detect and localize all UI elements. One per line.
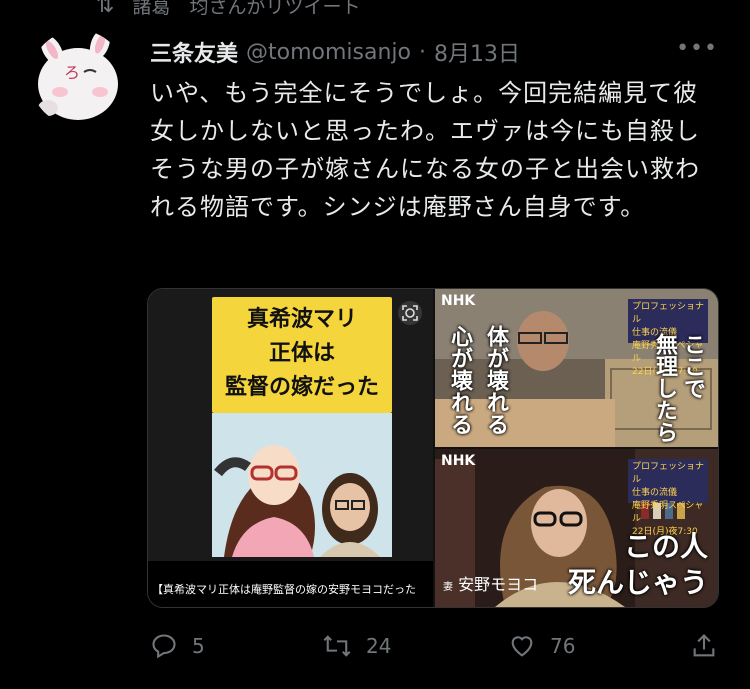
subtitle-vertical-4: 無理したら	[652, 333, 678, 443]
subtitle-vertical-3: ここで	[680, 333, 706, 399]
headline-text: 真希波マリ 正体は 監督の嫁だった	[212, 303, 392, 405]
speaker-name: 安野モヨコ	[458, 575, 539, 594]
media-tile-3[interactable]: NHK プロフェッショナル 仕事の流儀 庵野秀明スペシャル 22日(月)夜7:3…	[435, 449, 718, 607]
share-button[interactable]	[690, 632, 718, 660]
media-caption: 【真希波マリ正体は庵野監督の嫁の安野モヨコだった	[152, 583, 416, 596]
subtitle-line-2: 死んじゃう	[567, 566, 708, 599]
subtitle-line-1: この人	[623, 530, 708, 563]
avatar[interactable]: ろ	[30, 30, 126, 126]
visual-search-icon[interactable]	[398, 301, 422, 325]
tweet-actions: 5 24 76	[150, 632, 720, 672]
like-count: 76	[550, 634, 576, 658]
speaker-role: 妻	[443, 582, 453, 593]
headline-line-2: 正体は	[268, 341, 335, 366]
retweet-context-label: 諸葛 均さんがリツイート	[132, 0, 361, 18]
nhk-logo: NHK	[441, 293, 476, 309]
more-options-icon[interactable]: •••	[676, 36, 718, 61]
reply-icon	[152, 634, 176, 659]
headline-line-1: 真希波マリ	[246, 307, 357, 332]
badge-line-1: プロフェッショナル	[632, 462, 705, 485]
reply-count: 5	[192, 634, 205, 658]
tweet-header: 三条友美 @tomomisanjo · 8月13日	[150, 36, 520, 68]
author-name[interactable]: 三条友美	[150, 36, 238, 68]
badge-line-3: 庵野秀明スペシャル	[632, 501, 704, 524]
media-tile-1[interactable]: 真希波マリ 正体は 監督の嫁だった 【真希波マリ正体は庵野監督の嫁の安野モヨコだ…	[148, 289, 433, 607]
badge-line-2: 仕事の流儀	[632, 488, 678, 498]
reply-button[interactable]: 5	[150, 632, 205, 660]
tweet-date[interactable]: 8月13日	[434, 36, 520, 68]
illustration-area	[212, 413, 392, 557]
tweet-text: いや、もう完全にそうでしょ。今回完結編見て彼女しかしないと思ったわ。エヴァは今に…	[150, 79, 700, 221]
retweet-context: ⇅ 諸葛 均さんがリツイート	[96, 0, 360, 20]
illustration-graphic	[212, 413, 392, 557]
subtitle-vertical-2: 心が壊れる	[447, 325, 473, 435]
retweet-count: 24	[366, 634, 392, 658]
avatar-image: ろ	[30, 30, 126, 126]
heart-icon	[511, 636, 533, 657]
media-grid: 真希波マリ 正体は 監督の嫁だった 【真希波マリ正体は庵野監督の嫁の安野モヨコだ…	[147, 288, 719, 608]
nhk-logo: NHK	[441, 453, 476, 469]
subtitle-vertical-1: 体が壊れる	[483, 325, 509, 435]
program-badge: プロフェッショナル 仕事の流儀 庵野秀明スペシャル 22日(月)夜7:30	[628, 459, 708, 537]
retweet-context-icon: ⇅	[96, 0, 115, 18]
media-tile-2[interactable]: NHK プロフェッショナル 仕事の流儀 庵野秀明スペシャル 22日(月)夜7:3…	[435, 289, 718, 447]
header-separator: ·	[419, 39, 426, 65]
badge-line-1: プロフェッショナル	[632, 302, 705, 325]
headline-line-3: 監督の嫁だった	[224, 375, 379, 400]
author-handle[interactable]: @tomomisanjo	[246, 40, 411, 65]
svg-text:ろ: ろ	[64, 63, 80, 82]
like-button[interactable]: 76	[508, 632, 575, 660]
speaker-name-tag: 妻 安野モヨコ	[443, 571, 538, 595]
retweet-button[interactable]: 24	[322, 632, 391, 660]
share-icon	[693, 634, 715, 657]
retweet-icon	[323, 635, 351, 657]
